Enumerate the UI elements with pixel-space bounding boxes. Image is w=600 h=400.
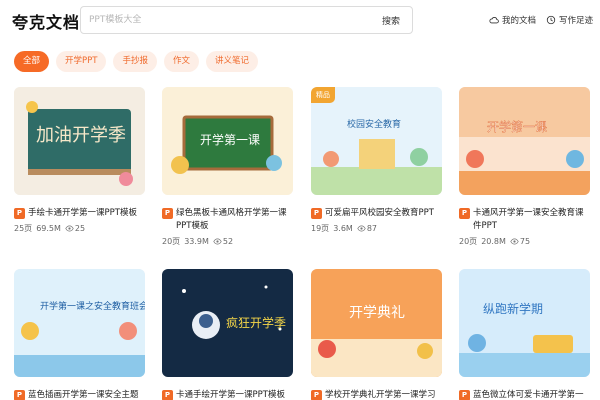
eye-icon: [357, 225, 366, 232]
file-size: 33.9M: [184, 237, 209, 246]
file-size: 3.6M: [333, 224, 353, 233]
my-docs-link[interactable]: 我的文档: [489, 14, 536, 26]
template-meta: 25页 69.5M 25: [14, 223, 145, 234]
thumbnail-title: 开学典礼: [349, 305, 405, 321]
thumbnail-image: 开学第一课: [459, 87, 590, 195]
ppt-file-icon: P: [162, 390, 173, 400]
template-meta: 19页 3.6M 87: [311, 223, 442, 234]
template-title-row[interactable]: P 蓝色插画开学第一课安全主题班: [14, 389, 145, 400]
template-title-row[interactable]: P 蓝色微立体可爱卡通开学第一课: [459, 389, 590, 400]
view-count: 25: [74, 224, 86, 233]
template-thumbnail[interactable]: 开学第一课: [162, 87, 293, 195]
template-card[interactable]: 疯狂开学季 P 卡通手绘开学第一课PPT模板: [162, 269, 293, 400]
tab-lecture-notes[interactable]: 讲义笔记: [206, 51, 259, 72]
eye-icon: [213, 238, 222, 245]
file-size: 20.8M: [481, 237, 506, 246]
template-card[interactable]: 开学第一课 P 卡通风开学第一课安全教育课件PPT 20页 20.8M 75: [459, 87, 590, 247]
thumbnail-image: 校园安全教育: [311, 87, 442, 195]
category-tabs: 全部 开学PPT 手抄报 作文 讲义笔记: [14, 51, 259, 72]
template-card[interactable]: 加油开学季 P 手绘卡通开学第一课PPT模板 25页 69.5M 25: [14, 87, 145, 234]
ppt-file-icon: P: [14, 390, 25, 400]
file-size: 69.5M: [36, 224, 61, 233]
tab-composition[interactable]: 作文: [163, 51, 199, 72]
thumbnail-image: 开学典礼: [311, 269, 442, 377]
thumbnail-title: 开学第一课之安全教育班会: [40, 300, 145, 312]
premium-badge: 精品: [311, 87, 335, 103]
search-bar: 搜索: [80, 6, 413, 34]
template-title: 卡通风开学第一课安全教育课件PPT: [473, 208, 584, 231]
views: 25: [65, 224, 85, 233]
template-thumbnail[interactable]: 纵跑新学期: [459, 269, 590, 377]
template-meta: 20页 33.9M 52: [162, 236, 293, 247]
template-card[interactable]: 开学第一课 P 绿色黑板卡通风格开学第一课PPT模板 20页 33.9M 52: [162, 87, 293, 247]
template-card[interactable]: 开学第一课之安全教育班会 P 蓝色插画开学第一课安全主题班: [14, 269, 145, 400]
thumbnail-title: 开学第一课: [487, 119, 547, 134]
app-logo[interactable]: 夸克文档: [12, 9, 80, 33]
template-title: 蓝色微立体可爱卡通开学第一课: [473, 390, 584, 400]
views: 87: [357, 224, 377, 233]
tab-all[interactable]: 全部: [14, 51, 50, 72]
page-count: 20页: [162, 237, 181, 246]
template-title: 学校开学典礼开学第一课学习动: [325, 390, 436, 400]
template-title: 蓝色插画开学第一课安全主题班: [28, 390, 139, 400]
ppt-file-icon: P: [14, 208, 25, 219]
ppt-file-icon: P: [459, 390, 470, 400]
template-thumbnail[interactable]: 加油开学季: [14, 87, 145, 195]
tab-school-ppt[interactable]: 开学PPT: [56, 51, 107, 72]
top-header: 夸克文档 搜索 我的文档 写作足迹: [0, 0, 600, 42]
cloud-icon: [489, 17, 499, 24]
view-count: 52: [222, 237, 234, 246]
template-thumbnail[interactable]: 开学第一课之安全教育班会: [14, 269, 145, 377]
eye-icon: [65, 225, 74, 232]
template-card[interactable]: 纵跑新学期 P 蓝色微立体可爱卡通开学第一课: [459, 269, 590, 400]
thumbnail-image: 开学第一课: [162, 87, 293, 195]
ppt-file-icon: P: [311, 390, 322, 400]
ppt-file-icon: P: [459, 208, 470, 219]
view-count: 87: [366, 224, 377, 233]
history-link[interactable]: 写作足迹: [546, 14, 593, 26]
history-label: 写作足迹: [559, 16, 594, 26]
template-title: 手绘卡通开学第一课PPT模板: [28, 208, 137, 218]
views: 75: [510, 237, 530, 246]
views: 52: [213, 237, 233, 246]
thumbnail-title: 校园安全教育: [347, 118, 401, 130]
thumbnail-image: 疯狂开学季: [162, 269, 293, 377]
thumbnail-title: 纵跑新学期: [483, 301, 543, 316]
template-title: 绿色黑板卡通风格开学第一课PPT模板: [176, 208, 287, 231]
ppt-file-icon: P: [311, 208, 322, 219]
template-card[interactable]: 校园安全教育 精品 P 可爱扁平风校园安全教育PPT 19页 3.6M 87: [311, 87, 442, 234]
template-thumbnail[interactable]: 疯狂开学季: [162, 269, 293, 377]
thumbnail-image: 纵跑新学期: [459, 269, 590, 377]
template-title-row[interactable]: P 学校开学典礼开学第一课学习动: [311, 389, 442, 400]
tab-handwritten-newspaper[interactable]: 手抄报: [113, 51, 157, 72]
thumbnail-title: 疯狂开学季: [226, 315, 286, 330]
thumbnail-title: 加油开学季: [36, 125, 126, 146]
template-title-row[interactable]: P 卡通手绘开学第一课PPT模板: [162, 389, 293, 400]
page-count: 19页: [311, 224, 330, 233]
template-title: 卡通手绘开学第一课PPT模板: [176, 390, 285, 400]
my-docs-label: 我的文档: [502, 16, 537, 26]
template-thumbnail[interactable]: 开学第一课: [459, 87, 590, 195]
thumbnail-image: 开学第一课之安全教育班会: [14, 269, 145, 377]
clock-icon: [546, 15, 556, 25]
template-title: 可爱扁平风校园安全教育PPT: [325, 208, 434, 218]
page-count: 25页: [14, 224, 33, 233]
eye-icon: [510, 238, 519, 245]
template-title-row[interactable]: P 卡通风开学第一课安全教育课件PPT: [459, 207, 590, 233]
thumbnail-title: 开学第一课: [200, 132, 260, 147]
thumbnail-image: 加油开学季: [14, 87, 145, 195]
template-title-row[interactable]: P 绿色黑板卡通风格开学第一课PPT模板: [162, 207, 293, 233]
template-card[interactable]: 开学典礼 P 学校开学典礼开学第一课学习动: [311, 269, 442, 400]
view-count: 75: [519, 237, 531, 246]
template-title-row[interactable]: P 手绘卡通开学第一课PPT模板: [14, 207, 145, 220]
search-button[interactable]: 搜索: [382, 14, 400, 27]
template-title-row[interactable]: P 可爱扁平风校园安全教育PPT: [311, 207, 442, 220]
ppt-file-icon: P: [162, 208, 173, 219]
template-thumbnail[interactable]: 开学典礼: [311, 269, 442, 377]
page-count: 20页: [459, 237, 478, 246]
search-input[interactable]: [89, 10, 359, 30]
template-thumbnail[interactable]: 校园安全教育 精品: [311, 87, 442, 195]
template-meta: 20页 20.8M 75: [459, 236, 590, 247]
